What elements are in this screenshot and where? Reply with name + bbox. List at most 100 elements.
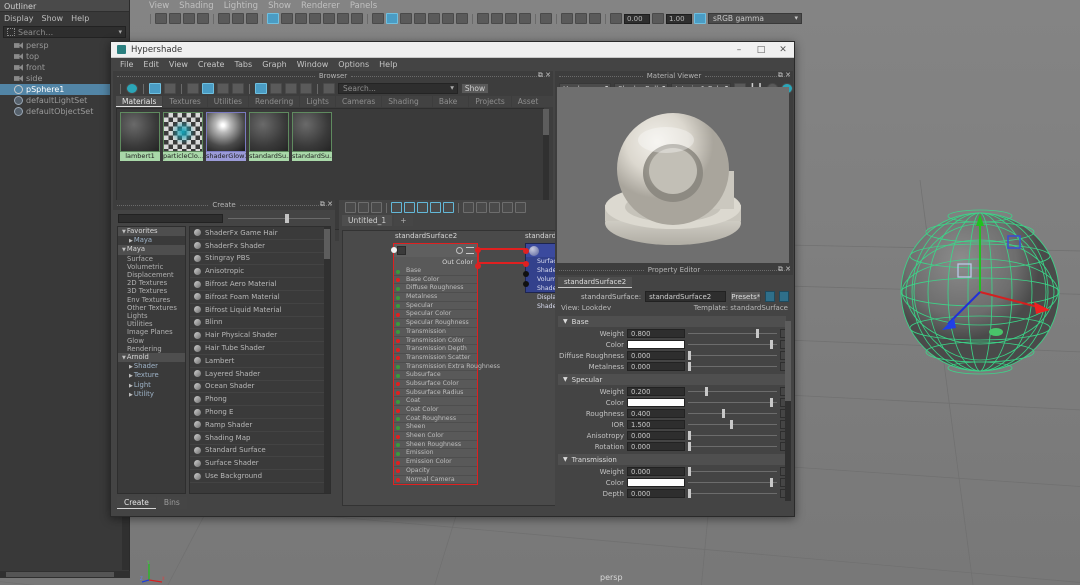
lock-node-icon[interactable] [779,291,789,302]
node-name-field[interactable]: standardSurface2 [645,291,727,302]
create-tree-volumetric[interactable]: Volumetric [118,263,185,271]
attribute-plug[interactable] [396,286,400,291]
property-row[interactable]: Color [555,477,793,488]
color-swatch[interactable] [627,477,685,488]
property-slider[interactable] [688,477,777,488]
create-node-item[interactable]: Blinn [190,317,330,330]
menu-create[interactable]: Create [198,60,225,71]
node-focus-icon[interactable] [456,247,463,254]
node-attribute-row[interactable]: Transmission [394,328,477,337]
create-tree-3d-textures[interactable]: 3D Textures [118,287,185,295]
depth-of-field-icon[interactable] [456,13,468,24]
menu-graph[interactable]: Graph [262,60,287,71]
property-value-field[interactable]: 0.400 [627,408,685,419]
refresh-swatches-icon[interactable] [300,83,312,94]
color-swatch[interactable] [627,339,685,350]
resolution-gate-icon[interactable] [575,13,587,24]
sg-displacement-port[interactable] [523,281,529,287]
create-tree-displacement[interactable]: Displacement [118,271,185,279]
browser-tab-asset-nodes[interactable]: Asset Nodes [511,96,553,117]
property-value-field[interactable]: 0.000 [627,430,685,441]
sg-volume-port[interactable] [523,271,529,277]
gamma-toggle-icon[interactable] [652,13,664,24]
exposure-value-field[interactable]: 0.00 [624,13,650,24]
graph-tab-untitled1[interactable]: Untitled_1 [342,215,393,226]
node-attribute-row[interactable]: Opacity [394,467,477,476]
create-node-item[interactable]: Shading Map [190,432,330,445]
property-row[interactable]: Color [555,339,793,350]
slider-handle[interactable] [721,408,725,418]
slider-handle[interactable] [755,328,759,338]
create-node-item[interactable]: Use Background [190,470,330,483]
sg-node-header[interactable] [526,244,558,257]
property-editor-scrollbar[interactable] [785,321,791,501]
slider-handle[interactable] [730,419,734,429]
motion-blur-icon[interactable] [428,13,440,24]
viewport-menu-lighting[interactable]: Lighting [224,1,258,11]
create-size-slider-row[interactable] [113,210,335,226]
close-button[interactable]: ✕ [772,45,794,55]
property-row[interactable]: Color [555,397,793,408]
browser-tab-materials[interactable]: Materials [116,96,163,107]
attribute-plug[interactable] [396,391,400,396]
view-transform-dropdown[interactable]: sRGB gamma [708,13,802,24]
property-value-field[interactable]: 0.000 [627,466,685,477]
show-connected-attributes-icon[interactable] [476,202,487,213]
slider-handle[interactable] [770,339,773,349]
section-header-specular[interactable]: ▼ Specular [558,374,786,385]
create-node-item[interactable]: Anisotropic [190,265,330,279]
node-attribute-row[interactable]: Diffuse Roughness [394,284,477,294]
chevron-icon[interactable]: ▶ [129,383,133,389]
browser-tab-shading-groups[interactable]: Shading Groups [382,96,432,117]
browser-toolbar[interactable]: Search... Show [113,81,553,96]
attribute-plug[interactable] [396,321,400,326]
viewport-menubar[interactable]: View Shading Lighting Show Renderer Pane… [145,0,377,12]
property-slider[interactable] [688,408,777,419]
texture-display-icon[interactable] [351,13,363,24]
node-attribute-row[interactable]: Emission Color [394,458,477,467]
show-all-attributes-icon[interactable] [463,202,474,213]
chevron-icon[interactable]: ▶ [129,392,133,398]
node-expand-icon[interactable] [466,247,474,254]
property-slider[interactable] [688,361,777,372]
attribute-plug[interactable] [396,399,400,404]
attribute-plug[interactable] [396,365,400,370]
rearrange-graph-icon[interactable] [391,202,402,213]
hypershade-window[interactable]: Hypershade – □ ✕ File Edit View Create T… [110,41,795,517]
menu-file[interactable]: File [120,60,133,71]
xray-active-icon[interactable] [505,13,517,24]
panel-buttons[interactable]: ⧉ ✕ [778,71,791,80]
section-header-base[interactable]: ▼ Base [558,316,786,327]
browser-tab-textures[interactable]: Textures [163,96,207,107]
node-attribute-row[interactable]: Sheen [394,423,477,433]
sphere-object[interactable] [890,198,1074,386]
graph-add-selected-icon[interactable] [404,202,415,213]
camera-select-icon[interactable] [155,13,167,24]
outliner-menu-display[interactable]: Display [4,14,34,24]
node-attribute-row[interactable]: Metalness [394,293,477,302]
node-attribute-row[interactable]: Transmission Color [394,337,477,346]
small-swatch-icon[interactable] [187,83,199,94]
property-slider[interactable] [688,419,777,430]
chevron-icon[interactable]: ▼ [122,229,126,235]
property-editor-sections[interactable]: ▼ Base Weight 0.800 Color Diffuse Roughness 0.… [555,316,793,499]
create-node-item[interactable]: Stingray PBS [190,253,330,266]
search-icon[interactable] [515,202,526,213]
presets-button[interactable]: Presets* [730,291,762,302]
create-tree-favorites[interactable]: ▼Favorites [118,227,185,237]
node-attribute-row[interactable]: Coat Roughness [394,415,477,424]
viewport-menu-show[interactable]: Show [268,1,291,11]
node-attribute-row[interactable]: Transmission Extra Roughness [394,363,500,372]
outliner-menu-show[interactable]: Show [42,14,64,24]
create-tree-lights[interactable]: Lights [118,312,185,320]
attribute-plug[interactable] [396,269,400,274]
create-node-item[interactable]: Hair Physical Shader [190,329,330,343]
create-tree-surface[interactable]: Surface [118,255,185,263]
chevron-icon[interactable]: ▶ [129,238,133,244]
node-attribute-row[interactable]: Base Color [394,276,477,285]
slider-handle[interactable] [688,430,691,440]
create-node-item[interactable]: Phong [190,393,330,407]
create-tree-arnold[interactable]: ▼Arnold [118,353,185,363]
property-row[interactable]: Metalness 0.000 [555,361,793,372]
scrollbar-thumb[interactable] [6,572,114,577]
